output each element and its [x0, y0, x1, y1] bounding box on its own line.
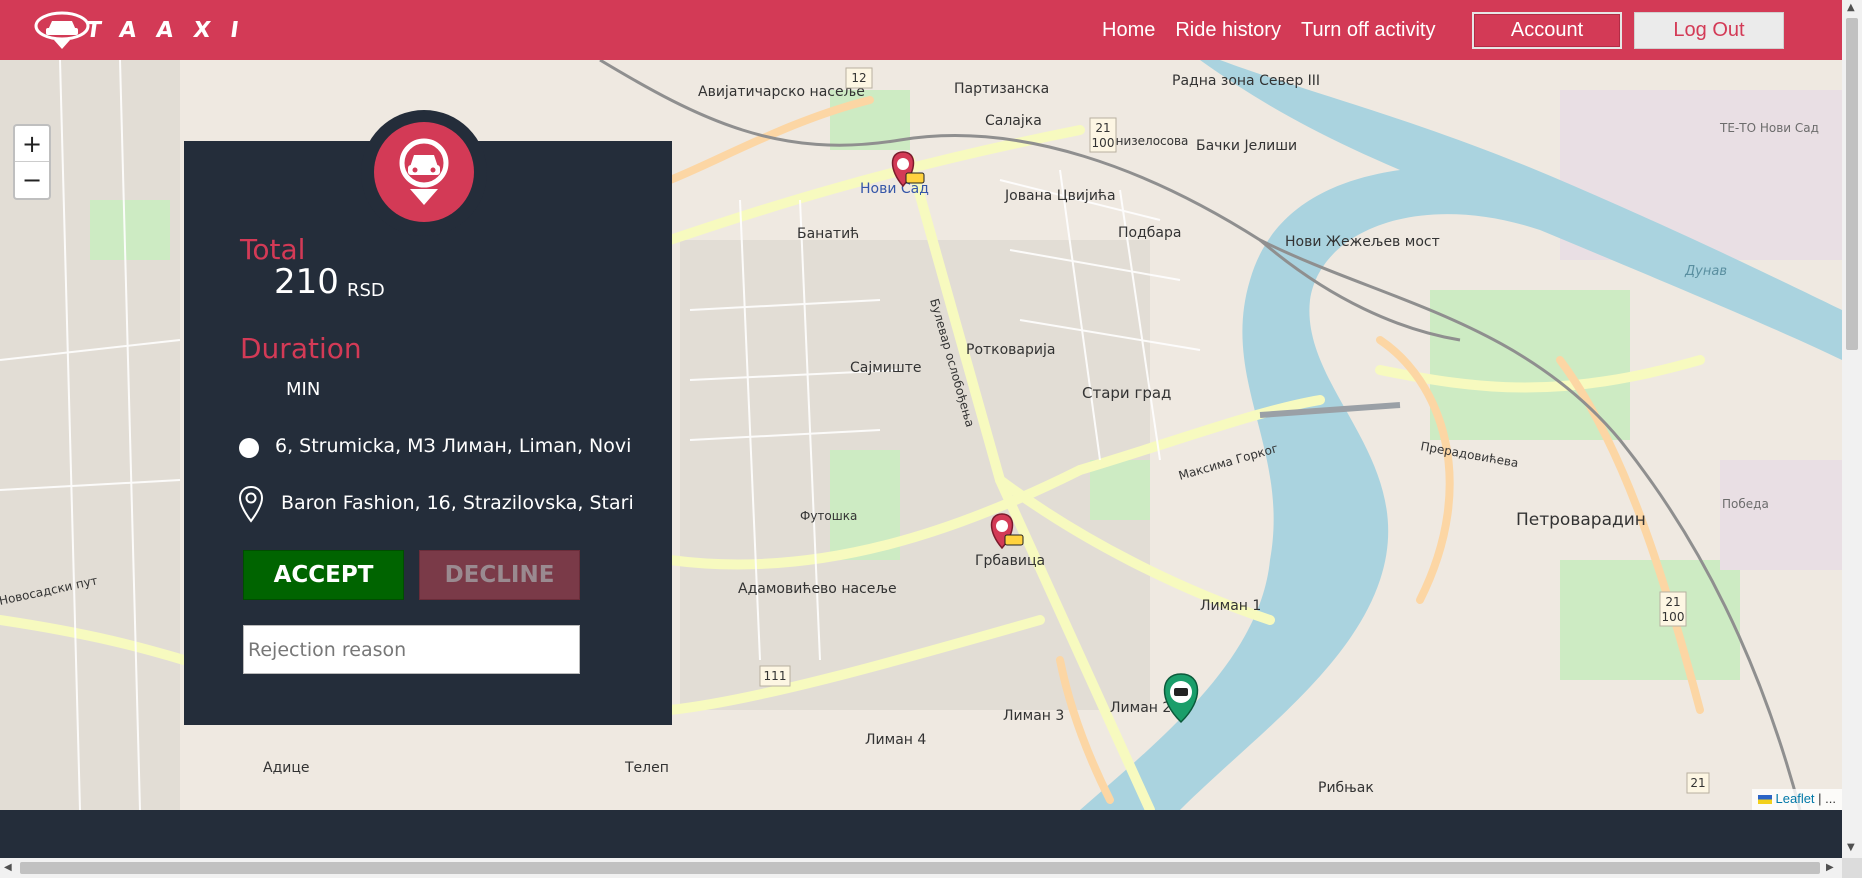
map-label: Телеп	[624, 760, 669, 776]
zoom-out-button[interactable]: −	[15, 162, 49, 198]
map-label: Футошка	[800, 509, 857, 523]
nav-turn-off-activity-link[interactable]: Turn off activity	[1301, 19, 1436, 42]
map-label: Рибњак	[1318, 780, 1374, 796]
svg-text:100: 100	[1092, 136, 1115, 150]
rejection-reason-input[interactable]	[243, 625, 580, 674]
svg-text:100: 100	[1662, 610, 1685, 624]
road-shield: 21	[1690, 776, 1705, 790]
decline-button[interactable]: DECLINE	[419, 550, 580, 600]
logout-button[interactable]: Log Out	[1634, 12, 1784, 49]
car-pin-logo-icon	[34, 11, 90, 49]
map-label: Лиман 3	[1003, 708, 1064, 724]
svg-text:21: 21	[1095, 121, 1110, 135]
ukraine-flag-icon	[1757, 795, 1772, 805]
footer	[0, 810, 1842, 858]
pickup-address: 6, Strumicka, МЗ Лиман, Liman, Novi	[275, 435, 632, 457]
panel-badge	[374, 122, 474, 222]
map-label: ТЕ-ТО Нови Сад	[1719, 121, 1819, 135]
logo[interactable]: TAAXI	[34, 10, 261, 50]
svg-text:21: 21	[1665, 595, 1680, 609]
top-navbar: TAAXI Home Ride history Turn off activit…	[0, 0, 1842, 60]
scroll-right-arrow-icon[interactable]: ▶	[1826, 862, 1834, 873]
map-label: Дунав	[1684, 264, 1727, 279]
map-label: Радна зона Север III	[1172, 73, 1320, 89]
map-label: Петроварадин	[1516, 510, 1646, 530]
total-unit: RSD	[347, 280, 385, 301]
road-shield: 111	[764, 669, 787, 683]
horizontal-scrollbar[interactable]: ◀ ▶	[0, 858, 1842, 878]
nav-ride-history-link[interactable]: Ride history	[1175, 19, 1281, 42]
map-label: Лиман 4	[865, 732, 926, 748]
origin-dot-icon	[239, 438, 259, 458]
map-label: Сајмиште	[850, 360, 921, 376]
map-label: Адице	[263, 760, 310, 776]
map-label: Салајка	[985, 113, 1042, 129]
attribution-rest: | ...	[1814, 791, 1836, 806]
duration-label: Duration	[240, 332, 362, 365]
map-label: Бачки Јелиши	[1196, 138, 1297, 154]
account-button[interactable]: Account	[1472, 12, 1622, 49]
destination-address: Baron Fashion, 16, Strazilovska, Stari	[281, 492, 634, 514]
road-shield: 12	[851, 71, 866, 85]
map-label: Стари град	[1082, 384, 1171, 402]
destination-pin-icon	[238, 485, 264, 523]
map-label: Адамовићево насеље	[738, 581, 897, 597]
map-label: Авијатичарско насеље	[698, 84, 865, 100]
nav-links: Home Ride history Turn off activity	[1102, 0, 1455, 60]
total-value: 210	[274, 262, 339, 302]
zoom-control: + −	[13, 124, 51, 200]
map-label: Грбавица	[975, 553, 1045, 569]
car-pin-icon	[399, 138, 449, 205]
map-label: Партизанска	[954, 81, 1049, 97]
map-label: Лиман 1	[1200, 598, 1261, 614]
map-attribution: Leaflet | ...	[1751, 789, 1842, 810]
scrollbar-corner	[1842, 858, 1862, 878]
leaflet-link[interactable]: Leaflet	[1776, 791, 1815, 806]
vertical-scroll-thumb[interactable]	[1846, 18, 1858, 350]
map-label: Победа	[1722, 497, 1769, 511]
nav-home-link[interactable]: Home	[1102, 19, 1155, 42]
vertical-scrollbar[interactable]: ▲ ▼	[1842, 0, 1862, 858]
scroll-up-arrow-icon[interactable]: ▲	[1847, 2, 1855, 13]
map-label: Подбара	[1118, 225, 1181, 241]
duration-unit: MIN	[286, 379, 321, 400]
horizontal-scroll-thumb[interactable]	[20, 862, 1820, 874]
map-label: Нови Жежељев мост	[1285, 234, 1440, 250]
map-label: Јована Цвијића	[1004, 188, 1116, 204]
map-label: Ротковарија	[966, 342, 1055, 358]
scroll-down-arrow-icon[interactable]: ▼	[1847, 842, 1855, 853]
map-label: Лиман 2	[1110, 700, 1171, 716]
zoom-in-button[interactable]: +	[15, 126, 49, 162]
scroll-left-arrow-icon[interactable]: ◀	[4, 862, 12, 873]
accept-button[interactable]: ACCEPT	[243, 550, 404, 600]
map-label: Банатић	[797, 226, 859, 242]
logo-text: TAAXI	[84, 17, 261, 43]
